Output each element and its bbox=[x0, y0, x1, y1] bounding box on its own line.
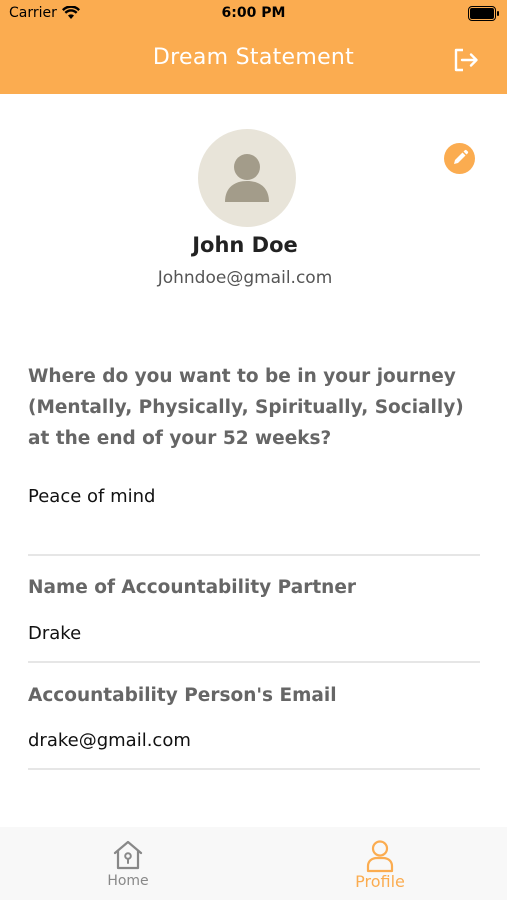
tab-home[interactable]: Home bbox=[53, 827, 203, 900]
divider bbox=[28, 768, 480, 770]
pencil-icon bbox=[454, 149, 469, 164]
partner-email-label: Accountability Person's Email bbox=[28, 685, 337, 706]
tab-profile[interactable]: Profile bbox=[305, 827, 455, 900]
dream-question: Where do you want to be in your journey … bbox=[28, 366, 464, 449]
partner-name-field[interactable]: Drake bbox=[28, 623, 81, 644]
dream-answer-field[interactable]: Peace of mind bbox=[28, 486, 155, 507]
status-bar: Carrier 6:00 PM bbox=[0, 0, 507, 28]
user-email: Johndoe@gmail.com bbox=[157, 268, 333, 288]
home-icon bbox=[113, 840, 143, 870]
avatar[interactable] bbox=[198, 129, 296, 227]
user-avatar-icon bbox=[225, 154, 269, 202]
page-title: Dream Statement bbox=[152, 45, 355, 70]
user-name: John Doe bbox=[192, 233, 298, 257]
partner-email-field[interactable]: drake@gmail.com bbox=[28, 730, 191, 751]
battery-icon bbox=[468, 6, 499, 21]
logout-icon[interactable] bbox=[452, 46, 480, 74]
divider bbox=[28, 554, 480, 556]
header-bar: Carrier 6:00 PM Dream Statement bbox=[0, 0, 507, 94]
person-icon bbox=[366, 840, 394, 873]
clock: 6:00 PM bbox=[221, 5, 286, 21]
dream-statement-screen: Carrier 6:00 PM Dream Statement John Doe… bbox=[0, 0, 507, 900]
divider bbox=[28, 661, 480, 663]
tab-home-label: Home bbox=[107, 873, 149, 889]
tab-bar: Home Profile bbox=[0, 827, 507, 900]
edit-profile-button[interactable] bbox=[444, 143, 475, 174]
tab-profile-label: Profile bbox=[355, 872, 405, 891]
partner-name-label: Name of Accountability Partner bbox=[28, 577, 357, 598]
